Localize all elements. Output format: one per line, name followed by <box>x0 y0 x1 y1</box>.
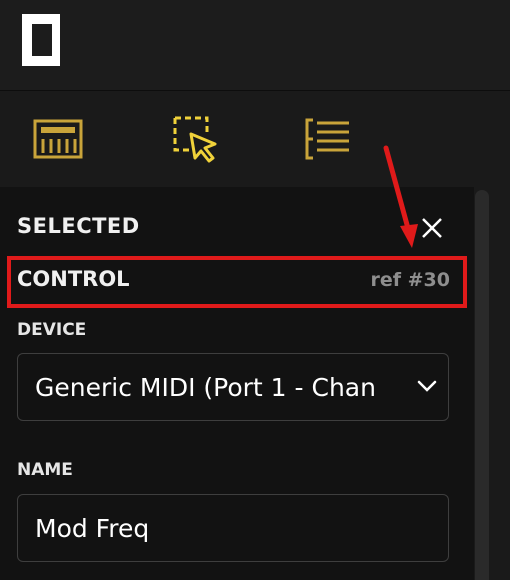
app-logo-icon <box>22 14 60 66</box>
chevron-down-icon <box>417 380 437 392</box>
device-select[interactable]: Generic MIDI (Port 1 - Chan <box>17 353 449 421</box>
device-label: DEVICE <box>17 320 87 340</box>
name-input[interactable]: Mod Freq <box>17 494 449 562</box>
select-tool-button[interactable] <box>168 111 224 167</box>
name-input-value: Mod Freq <box>35 514 150 543</box>
scrollbar-thumb[interactable] <box>475 190 489 580</box>
list-tool-button[interactable] <box>300 111 356 167</box>
keyboard-icon <box>33 119 83 159</box>
selection-cursor-icon <box>173 116 217 163</box>
app-header <box>0 0 510 91</box>
mode-toolbar <box>0 91 510 187</box>
control-label: CONTROL <box>17 267 130 291</box>
keyboard-tool-button[interactable] <box>30 111 86 167</box>
close-button[interactable] <box>416 212 448 244</box>
name-label: NAME <box>17 460 73 480</box>
close-icon <box>422 218 442 238</box>
panel-title: SELECTED <box>17 214 140 238</box>
device-select-value: Generic MIDI (Port 1 - Chan <box>35 373 376 402</box>
list-icon <box>305 118 349 160</box>
control-ref: ref #30 <box>370 269 451 291</box>
